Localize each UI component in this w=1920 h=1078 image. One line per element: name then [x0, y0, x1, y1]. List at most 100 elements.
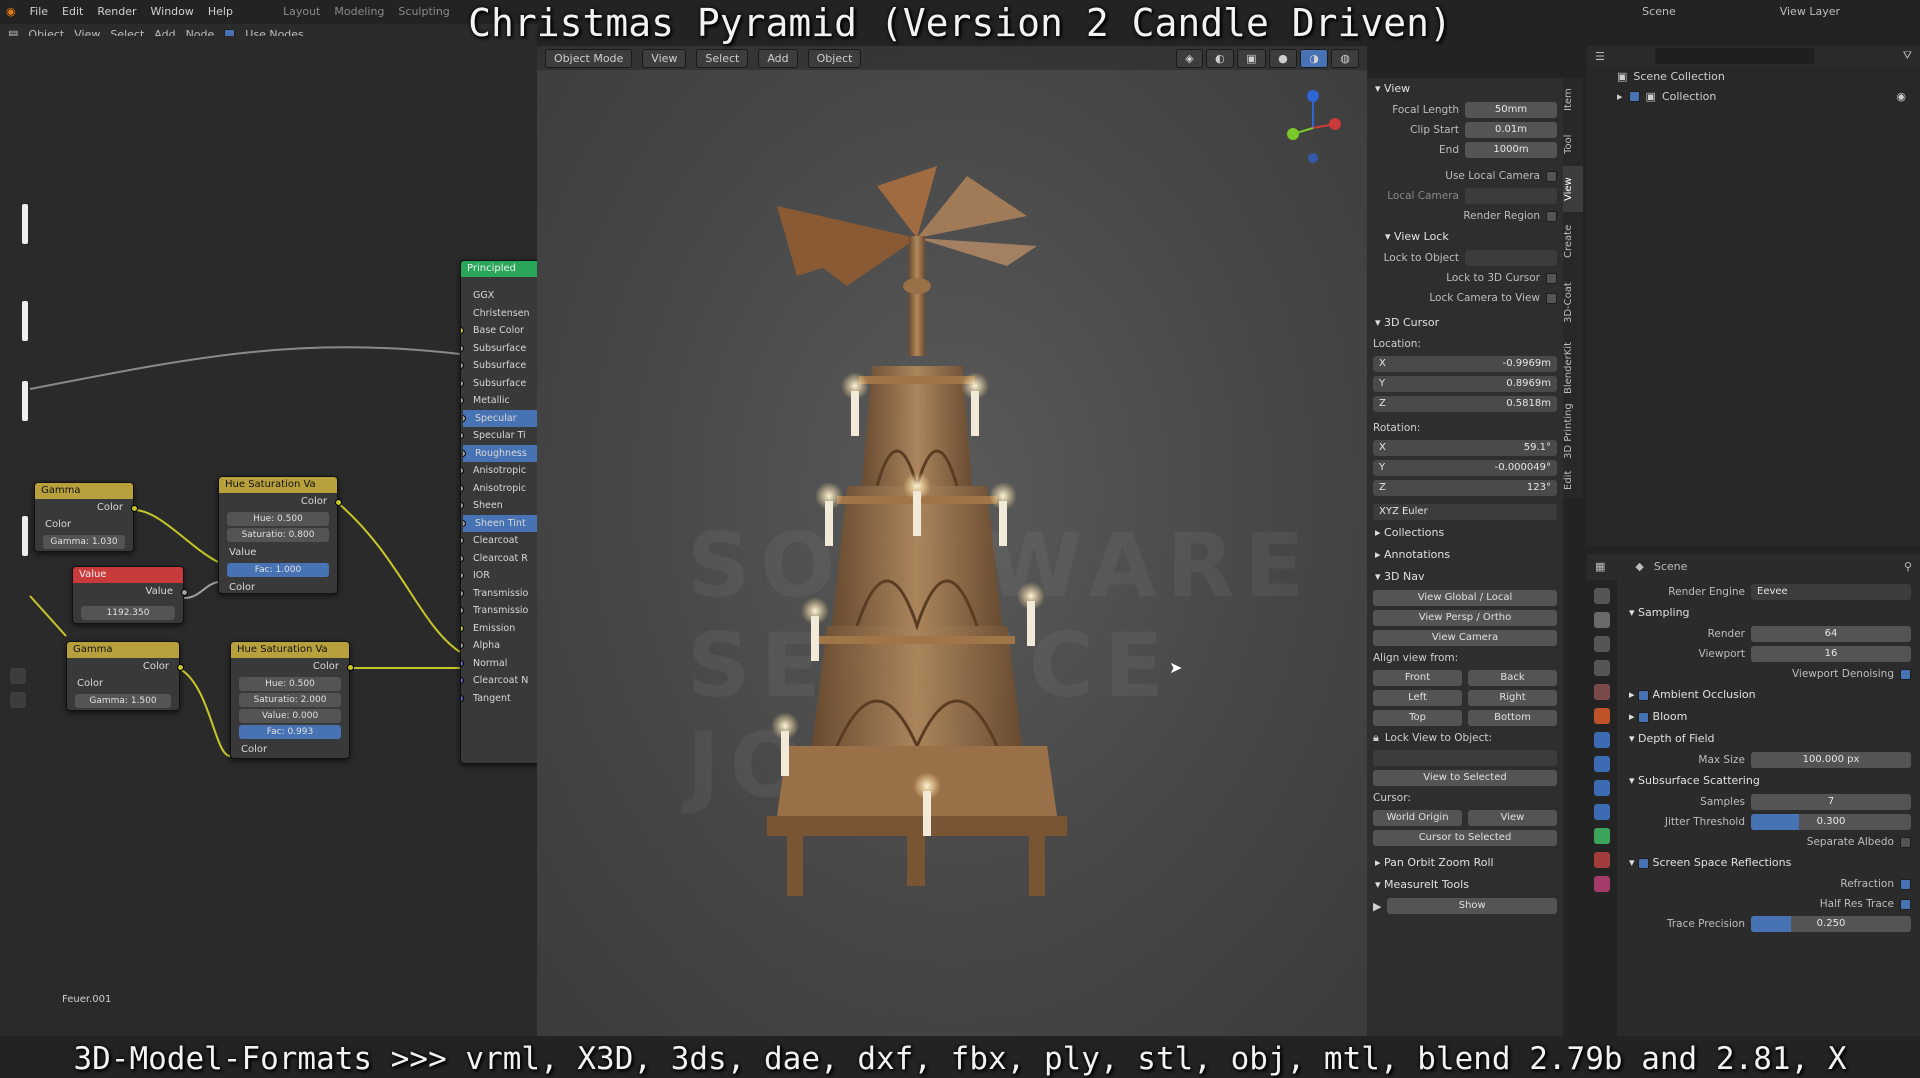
- input-socket[interactable]: [461, 572, 464, 579]
- sidebar-tab-tool[interactable]: Tool: [1563, 122, 1583, 166]
- data-tab-icon[interactable]: [1594, 828, 1610, 844]
- loc-field[interactable]: Y 0.8969m: [1373, 376, 1557, 392]
- input-socket[interactable]: [461, 694, 464, 702]
- value-field[interactable]: Value: 0.000: [239, 709, 341, 723]
- depth-of-field-panel-header[interactable]: ▾ Depth of Field: [1621, 728, 1917, 750]
- view-camera-button[interactable]: View Camera: [1373, 630, 1557, 646]
- texture-tab-icon[interactable]: [1594, 876, 1610, 892]
- principled-input-row[interactable]: Alpha: [461, 637, 537, 655]
- viewport-menu-add[interactable]: Add: [758, 48, 798, 68]
- hue-field[interactable]: Hue: 0.500: [227, 512, 329, 526]
- outliner-row-scene-collection[interactable]: ▣ Scene Collection: [1587, 66, 1920, 86]
- node-hue-saturation-value[interactable]: Hue Saturation Va Color Hue: 0.500 Satur…: [218, 476, 342, 594]
- lock-view-object-field[interactable]: [1373, 750, 1557, 766]
- sss-samples-field[interactable]: 7: [1751, 794, 1911, 810]
- local-camera-field[interactable]: [1465, 188, 1557, 204]
- input-socket[interactable]: [461, 362, 464, 369]
- input-socket[interactable]: [463, 449, 466, 457]
- input-socket[interactable]: [461, 607, 464, 614]
- principled-input-row[interactable]: Clearcoat R: [461, 550, 537, 568]
- view-panel-header[interactable]: ▾ View: [1367, 78, 1563, 100]
- play-icon[interactable]: ▶: [1373, 900, 1381, 913]
- material-shading-icon[interactable]: ◑: [1300, 48, 1328, 68]
- node-header[interactable]: Value: [73, 567, 183, 583]
- input-socket[interactable]: [461, 484, 464, 492]
- principled-input-row[interactable]: Subsurface: [461, 375, 537, 393]
- render-tab-icon[interactable]: [1594, 612, 1610, 628]
- input-socket[interactable]: [461, 624, 464, 632]
- node-header[interactable]: Gamma: [67, 642, 179, 658]
- sss-panel-header[interactable]: ▾ Subsurface Scattering: [1621, 770, 1917, 792]
- object-tab-icon[interactable]: [1594, 708, 1610, 724]
- principled-input-row[interactable]: Subsurface: [461, 357, 537, 375]
- loc-field[interactable]: Z 0.5818m: [1373, 396, 1557, 412]
- sidebar-tab-view[interactable]: View: [1563, 166, 1583, 212]
- trace-precision-slider[interactable]: 0.250: [1751, 916, 1911, 932]
- principled-input-row[interactable]: Clearcoat: [461, 532, 537, 550]
- max-size-field[interactable]: 100.000 px: [1751, 752, 1911, 768]
- saturation-field[interactable]: Saturatio: 0.800: [227, 528, 329, 542]
- 3d-viewport[interactable]: Object Mode View Select Add Object ◈ ◐ ▣…: [537, 46, 1367, 1036]
- principled-input-row[interactable]: Clearcoat N: [461, 672, 537, 690]
- collection-checkbox[interactable]: [1628, 90, 1640, 102]
- constraints-tab-icon[interactable]: [1594, 804, 1610, 820]
- sidebar-tab-create[interactable]: Create: [1563, 212, 1583, 270]
- cursor-view-button[interactable]: View: [1468, 810, 1557, 826]
- principled-input-row[interactable]: Base Color: [461, 322, 537, 340]
- principled-input-row[interactable]: Anisotropic: [461, 480, 537, 498]
- node-header[interactable]: Principled: [461, 261, 537, 277]
- view-persp-ortho-button[interactable]: View Persp / Ortho: [1373, 610, 1557, 626]
- output-socket[interactable]: [347, 664, 354, 671]
- outliner-row-collection[interactable]: ▸ ▣ Collection ◉: [1587, 86, 1920, 106]
- measureit-show-button[interactable]: Show: [1387, 898, 1557, 914]
- rot-field[interactable]: Y -0.000049°: [1373, 460, 1557, 476]
- ambient-occlusion-checkbox[interactable]: [1638, 689, 1650, 701]
- output-tab-icon[interactable]: [1594, 636, 1610, 652]
- node-header[interactable]: Hue Saturation Va: [231, 642, 349, 658]
- value-field[interactable]: 1192.350: [81, 606, 175, 620]
- principled-input-row[interactable]: IOR: [461, 567, 537, 585]
- input-socket[interactable]: [461, 379, 464, 387]
- lock-camera-checkbox[interactable]: [1546, 292, 1557, 304]
- viewport-samples-field[interactable]: 16: [1751, 646, 1911, 662]
- ssr-checkbox[interactable]: [1638, 857, 1650, 869]
- node-hue-saturation-value[interactable]: Hue Saturation Va Color Hue: 0.500 Satur…: [230, 641, 354, 759]
- pan-orbit-panel-header[interactable]: ▸ Pan Orbit Zoom Roll: [1367, 852, 1563, 874]
- align-bottom-button[interactable]: Bottom: [1468, 710, 1557, 726]
- align-top-button[interactable]: Top: [1373, 710, 1462, 726]
- rot-field[interactable]: Z 123°: [1373, 480, 1557, 496]
- principled-input-row[interactable]: Roughness: [463, 444, 537, 462]
- input-socket[interactable]: [461, 537, 464, 544]
- viewport-denoising-checkbox[interactable]: [1900, 668, 1911, 680]
- xray-icon[interactable]: ▣: [1237, 48, 1266, 68]
- editor-type-icon[interactable]: ☰: [1595, 50, 1605, 63]
- collections-panel-header[interactable]: ▸ Collections: [1367, 522, 1563, 544]
- object-mode-dropdown[interactable]: Object Mode: [545, 48, 633, 68]
- input-socket[interactable]: [461, 659, 464, 667]
- principled-input-row[interactable]: Tangent: [461, 690, 537, 708]
- refraction-checkbox[interactable]: [1900, 878, 1911, 890]
- principled-input-row[interactable]: Specular Ti: [461, 427, 537, 445]
- separate-albedo-checkbox[interactable]: [1900, 836, 1911, 848]
- input-socket[interactable]: [461, 344, 464, 352]
- input-socket[interactable]: [461, 327, 464, 334]
- ambient-occlusion-panel-header[interactable]: ▸ Ambient Occlusion: [1621, 684, 1917, 706]
- ssr-panel-header[interactable]: ▾ Screen Space Reflections: [1621, 852, 1917, 874]
- toolbar-icon[interactable]: [10, 692, 26, 708]
- expand-icon[interactable]: ▸: [1617, 90, 1623, 103]
- align-front-button[interactable]: Front: [1373, 670, 1462, 686]
- node-header[interactable]: Gamma: [35, 483, 133, 499]
- lock-to-cursor-checkbox[interactable]: [1546, 272, 1557, 284]
- visibility-eye-icon[interactable]: ◉: [1896, 90, 1906, 103]
- principled-input-row[interactable]: Sheen Tint: [463, 514, 537, 532]
- solid-shading-icon[interactable]: ●: [1269, 48, 1297, 68]
- editor-type-icon[interactable]: ▦: [1595, 560, 1605, 573]
- gizmo-toggle-icon[interactable]: ◈: [1176, 48, 1203, 68]
- rotation-mode-dropdown[interactable]: XYZ Euler: [1373, 504, 1557, 520]
- input-socket[interactable]: [461, 397, 464, 404]
- loc-field[interactable]: X -0.9969m: [1373, 356, 1557, 372]
- sampling-panel-header[interactable]: ▾ Sampling: [1621, 602, 1917, 624]
- cursor-to-selected-button[interactable]: Cursor to Selected: [1373, 830, 1557, 846]
- input-socket[interactable]: [463, 519, 466, 527]
- christmas-pyramid-model[interactable]: [767, 166, 1067, 946]
